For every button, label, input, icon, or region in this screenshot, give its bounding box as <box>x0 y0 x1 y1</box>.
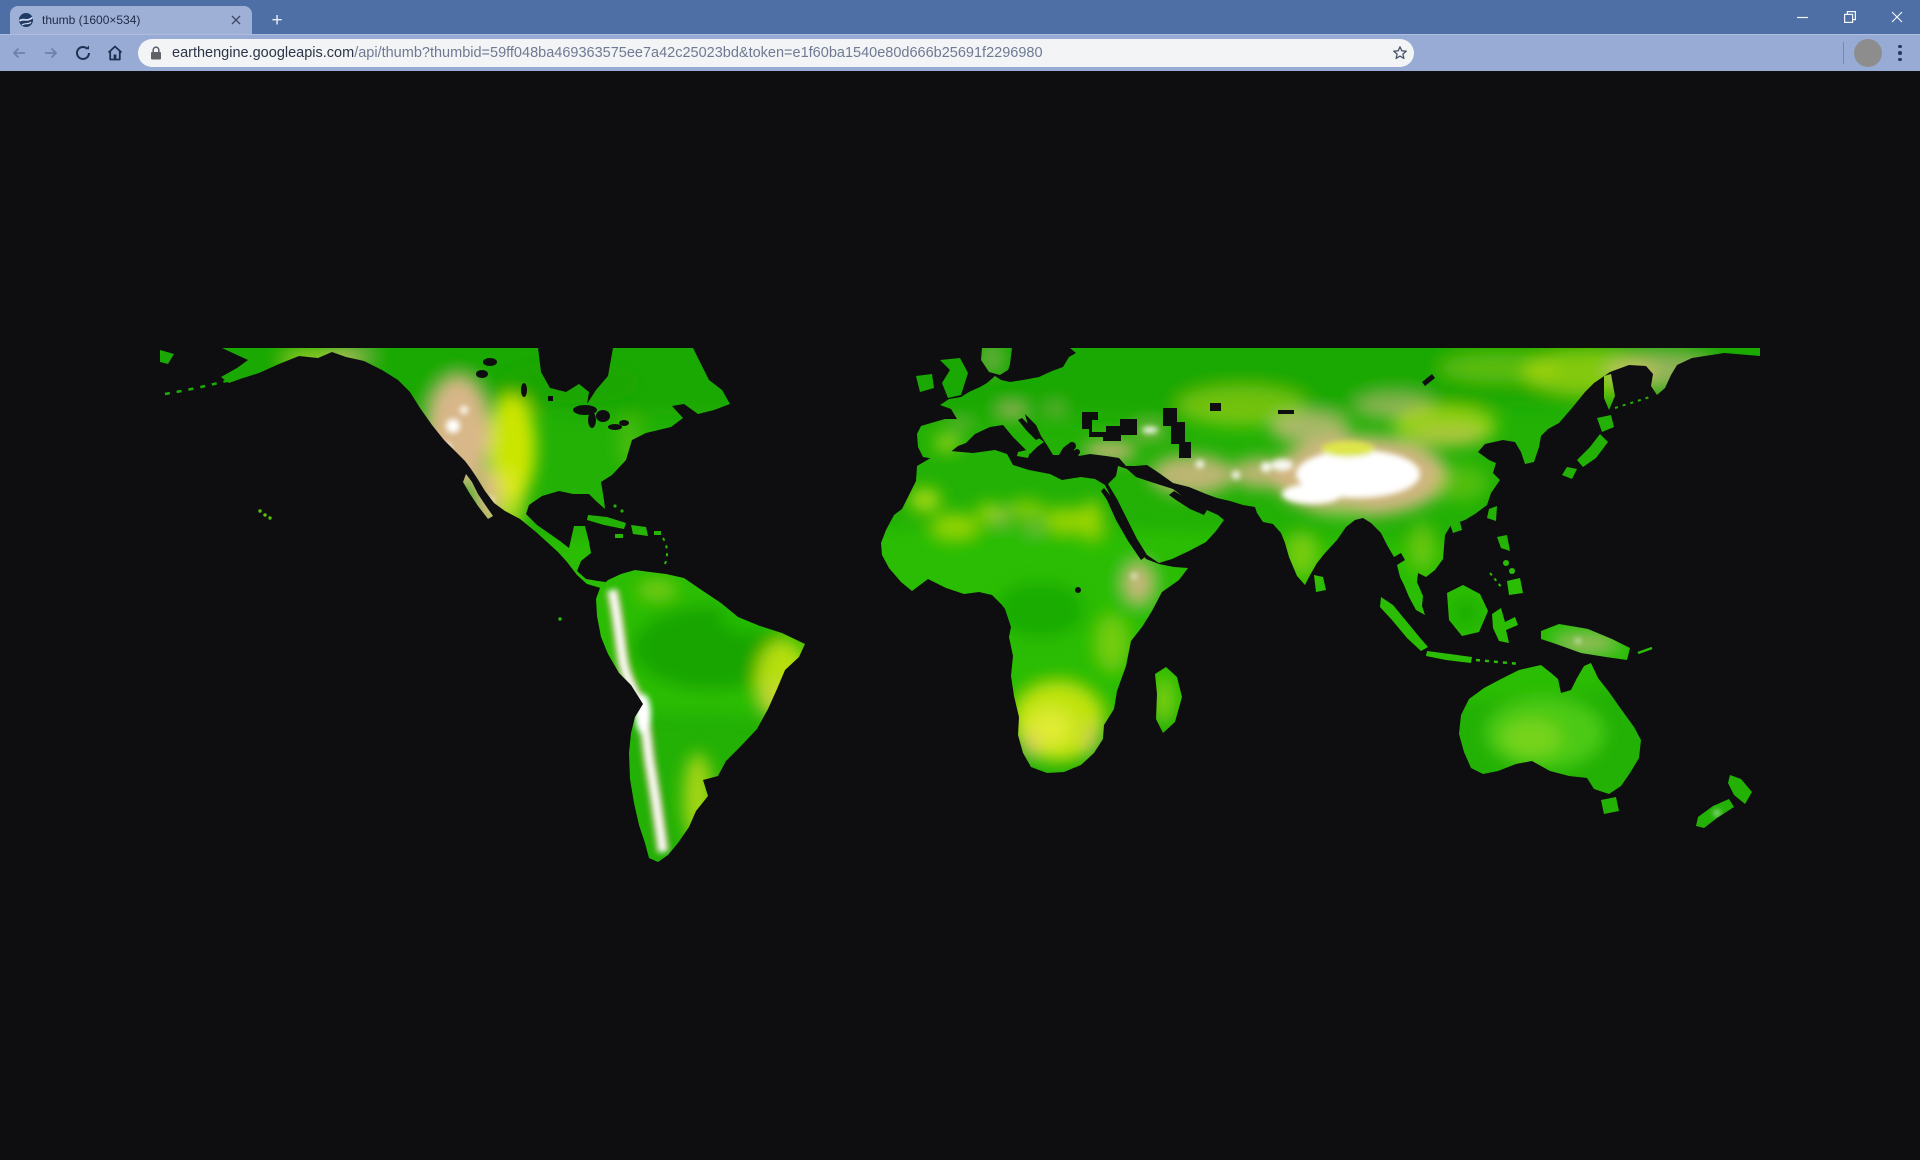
address-bar[interactable]: earthengine.googleapis.com/api/thumb?thu… <box>138 39 1414 67</box>
lock-icon <box>150 46 162 60</box>
browser-menu-button[interactable] <box>1888 39 1912 67</box>
bookmark-star-icon[interactable] <box>1390 43 1410 63</box>
reload-button[interactable] <box>68 38 98 68</box>
toolbar-separator <box>1843 42 1844 64</box>
url-path: /api/thumb?thumbid=59ff048ba469363575ee7… <box>354 45 1042 61</box>
browser-tab[interactable]: thumb (1600×534) <box>10 6 252 34</box>
profile-avatar[interactable] <box>1854 39 1882 67</box>
globe-favicon-icon <box>18 12 34 28</box>
back-button[interactable] <box>4 38 34 68</box>
missing-tile-pixel <box>548 396 553 401</box>
new-tab-button[interactable]: + <box>264 8 290 34</box>
url-text: earthengine.googleapis.com/api/thumb?thu… <box>172 45 1390 61</box>
browser-toolbar: earthengine.googleapis.com/api/thumb?thu… <box>0 34 1920 71</box>
url-domain: earthengine.googleapis.com <box>172 45 354 61</box>
minimize-button[interactable] <box>1779 0 1826 34</box>
tab-title: thumb (1600×534) <box>42 13 228 27</box>
window-controls <box>1779 0 1920 34</box>
tab-close-icon[interactable] <box>228 12 244 28</box>
browser-window: thumb (1600×534) + <box>0 0 1920 1160</box>
tab-strip: thumb (1600×534) + <box>0 0 1920 34</box>
page-content <box>0 71 1920 1160</box>
world-elevation-map-image <box>160 348 1760 882</box>
forward-button[interactable] <box>36 38 66 68</box>
close-button[interactable] <box>1873 0 1920 34</box>
restore-button[interactable] <box>1826 0 1873 34</box>
home-button[interactable] <box>100 38 130 68</box>
